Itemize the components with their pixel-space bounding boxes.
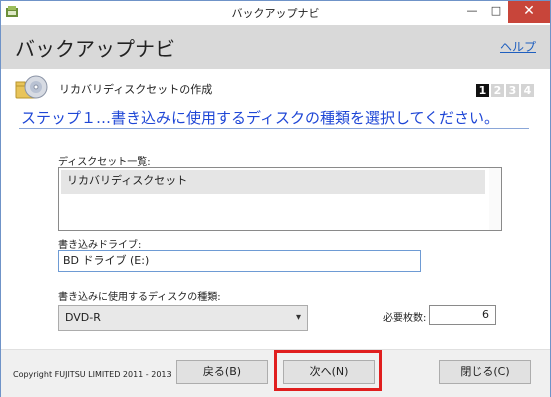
required-count-field: 6 bbox=[429, 305, 496, 325]
count-label: 必要枚数: bbox=[383, 313, 427, 324]
step-4: 4 bbox=[521, 84, 534, 97]
disc-type-value: DVD-R bbox=[65, 311, 101, 324]
drive-field[interactable]: BD ドライブ (E:) bbox=[58, 250, 421, 272]
back-button[interactable]: 戻る(B) bbox=[176, 360, 268, 384]
app-header: バックアップナビ ヘルプ bbox=[1, 25, 550, 69]
next-button[interactable]: 次へ(N) bbox=[283, 360, 375, 384]
step-2: 2 bbox=[491, 84, 504, 97]
disc-set-label: ディスクセット一覧: bbox=[58, 157, 151, 168]
step-heading: ステップ１…書き込みに使用するディスクの種類を選択してください。 bbox=[21, 109, 500, 127]
disc-type-label: 書き込みに使用するディスクの種類: bbox=[58, 292, 221, 303]
wizard-content: リカバリディスクセットの作成 1234 ステップ１…書き込みに使用するディスクの… bbox=[1, 69, 550, 349]
step-3: 3 bbox=[506, 84, 519, 97]
copyright-text: Copyright FUJITSU LIMITED 2011 - 2013 bbox=[13, 370, 172, 379]
app-title: バックアップナビ bbox=[15, 37, 175, 61]
minimize-button[interactable]: — bbox=[461, 1, 483, 23]
step-1: 1 bbox=[476, 84, 489, 97]
heading-divider bbox=[19, 128, 529, 129]
section-name: リカバリディスクセットの作成 bbox=[59, 83, 213, 96]
close-window-button[interactable]: ✕ bbox=[508, 1, 550, 23]
disc-type-select[interactable]: DVD-R ▾ bbox=[58, 305, 308, 331]
title-bar: バックアップナビ — □ ✕ bbox=[1, 1, 550, 25]
help-link[interactable]: ヘルプ bbox=[500, 38, 536, 55]
listbox-scrollbar[interactable] bbox=[489, 168, 501, 230]
disc-folder-icon bbox=[15, 75, 48, 99]
maximize-button[interactable]: □ bbox=[485, 1, 507, 23]
drive-label: 書き込みドライブ: bbox=[58, 240, 142, 251]
close-button[interactable]: 閉じる(C) bbox=[439, 360, 531, 384]
footer-bar: Copyright FUJITSU LIMITED 2011 - 2013 戻る… bbox=[1, 349, 550, 397]
backup-navi-window: バックアップナビ — □ ✕ バックアップナビ ヘルプ リカバリディスクセットの… bbox=[0, 0, 551, 397]
step-indicator: 1234 bbox=[474, 79, 534, 98]
disc-set-item[interactable]: リカバリディスクセット bbox=[61, 170, 485, 194]
disc-set-listbox[interactable]: リカバリディスクセット bbox=[58, 167, 502, 231]
chevron-down-icon: ▾ bbox=[295, 312, 301, 323]
